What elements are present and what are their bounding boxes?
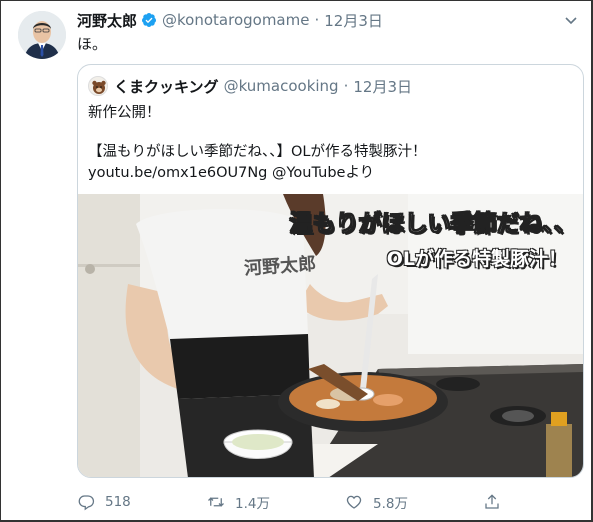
video-thumbnail[interactable]: 温もりがほしい季節だね、、 OLが作る特製豚汁！ 河野太郎 xyxy=(78,194,583,477)
quoted-tweet-date: 12月3日 xyxy=(353,77,413,96)
separator-dot: · xyxy=(314,11,320,29)
author-handle[interactable]: @konotarogomame xyxy=(162,11,309,29)
share-button[interactable] xyxy=(483,489,511,515)
quoted-tweet-text: 新作公開！ 【温もりがほしい季節だね、、】OLが作る特製豚汁！ youtu.be… xyxy=(88,103,578,185)
link-suffix: @YouTubeより xyxy=(267,165,375,181)
retweet-count: 1.4万 xyxy=(235,496,270,512)
quoted-line-2: 【温もりがほしい季節だね、、】OLが作る特製豚汁！ xyxy=(88,143,427,160)
tweet-text: ほ。 xyxy=(77,35,108,53)
like-button[interactable]: 5.8万 xyxy=(345,489,408,515)
quoted-line-3: youtu.be/omx1e6OU7Ng @YouTubeより xyxy=(88,163,578,185)
quoted-author-avatar xyxy=(88,76,108,96)
shirt-print: 河野太郎 xyxy=(243,253,317,280)
retweet-button[interactable]: 1.4万 xyxy=(207,489,270,515)
heart-icon xyxy=(346,495,362,509)
reply-icon xyxy=(78,495,95,511)
quoted-tweet[interactable]: くまクッキング @kumacooking · 12月3日 新作公開！ 【温もりが… xyxy=(77,64,584,478)
quoted-line-1: 新作公開！ xyxy=(88,105,161,121)
verified-badge-icon xyxy=(141,12,157,28)
quoted-author-handle: @kumacooking xyxy=(223,77,339,95)
caption-line-2: OLが作る特製豚汁！ xyxy=(386,248,567,270)
retweet-icon xyxy=(208,497,224,507)
like-count: 5.8万 xyxy=(373,496,408,512)
tweet-date[interactable]: 12月3日 xyxy=(324,10,383,31)
tweet-header: 河野太郎 @konotarogomame · 12月3日 xyxy=(77,10,383,30)
author-name[interactable]: 河野太郎 xyxy=(77,10,137,31)
author-avatar[interactable] xyxy=(18,11,66,59)
reply-button[interactable]: 518 xyxy=(77,489,131,515)
share-icon xyxy=(485,494,499,509)
tweet-actions: 518 1.4万 5.8万 xyxy=(77,489,547,515)
caption-line-1: 温もりがほしい季節だね、、 xyxy=(289,211,577,238)
reply-count: 518 xyxy=(105,494,131,510)
youtube-link[interactable]: youtu.be/omx1e6OU7Ng xyxy=(88,165,267,181)
quoted-author-name: くまクッキング xyxy=(114,77,219,96)
tweet-card: 河野太郎 @konotarogomame · 12月3日 ほ。 くまクッキング … xyxy=(0,0,593,522)
quoted-tweet-header: くまクッキング @kumacooking · 12月3日 xyxy=(88,76,412,96)
chevron-down-icon[interactable] xyxy=(563,12,579,28)
quoted-separator-dot: · xyxy=(343,77,349,95)
